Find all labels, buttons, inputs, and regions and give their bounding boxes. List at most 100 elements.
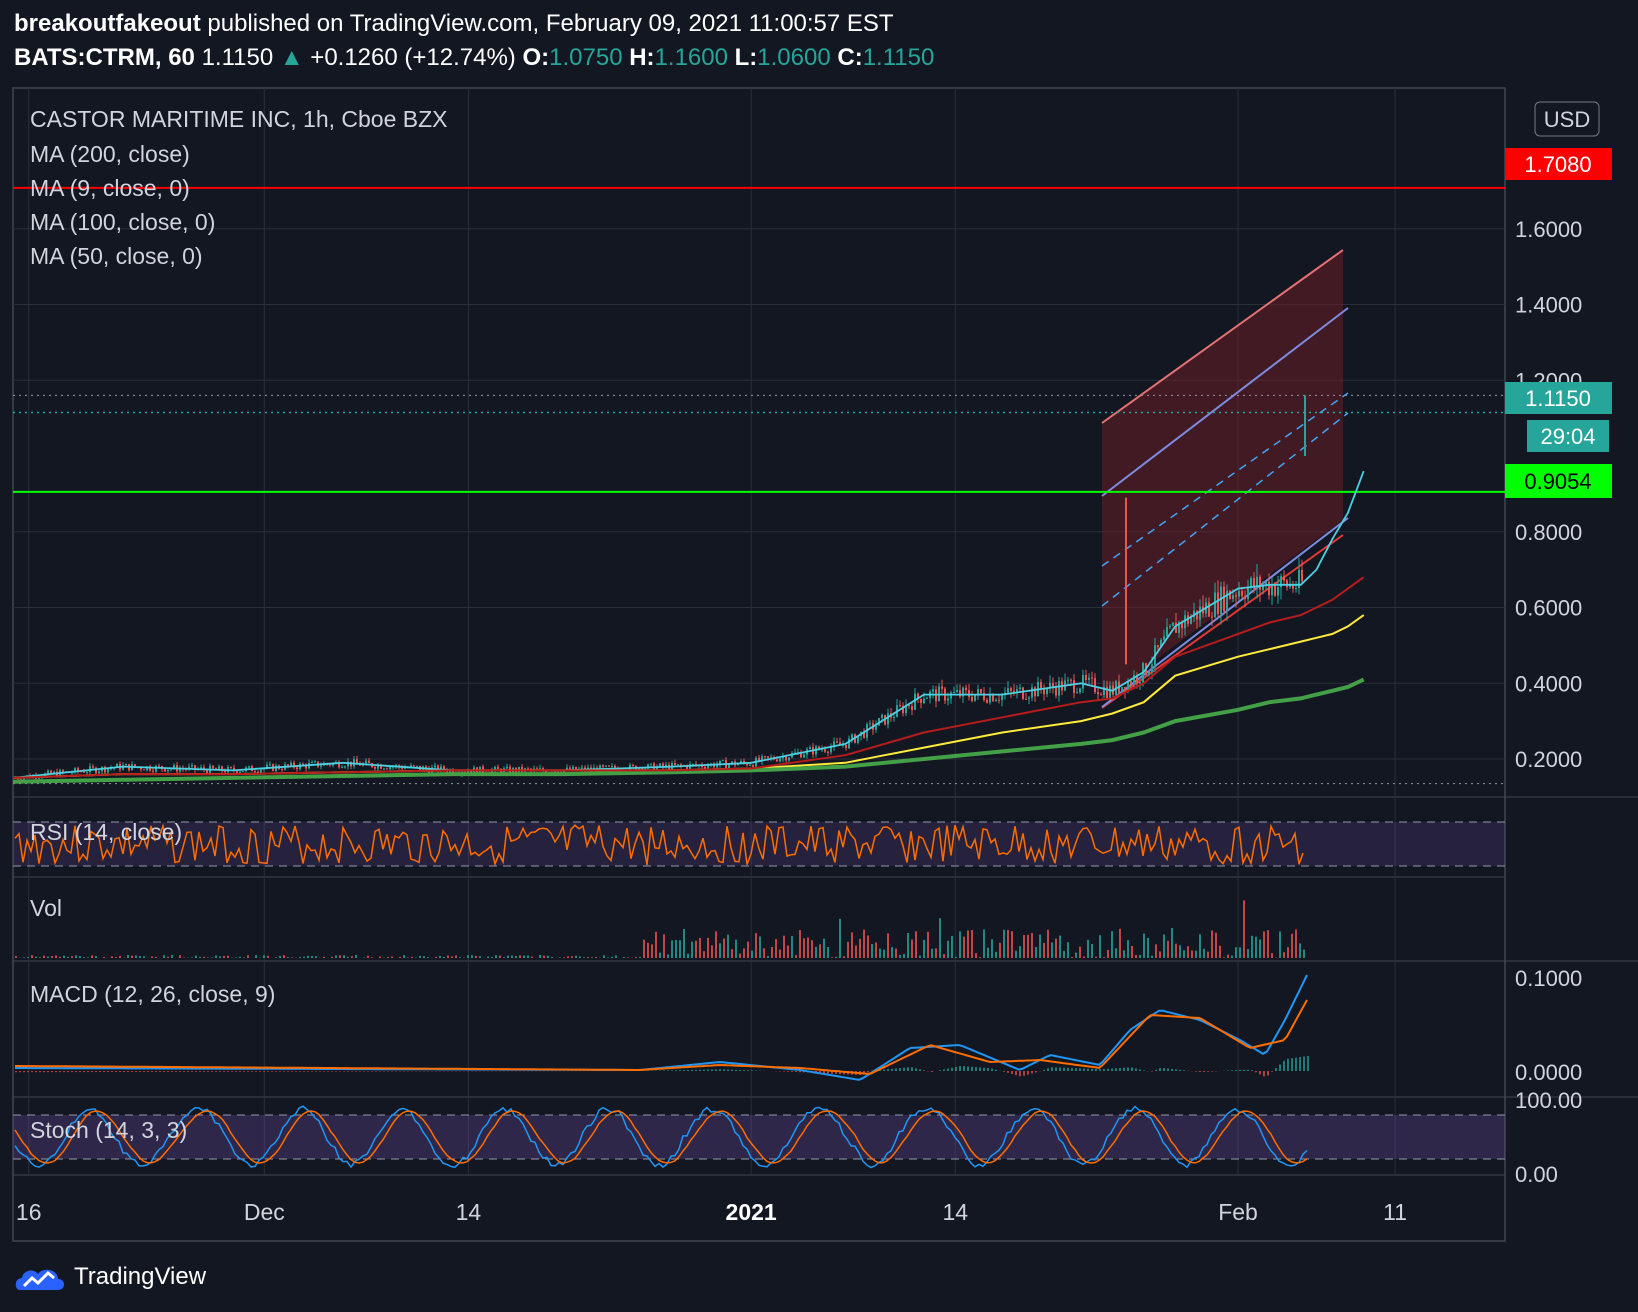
volume-bar (1047, 929, 1049, 958)
macd-hist-bar (799, 1071, 801, 1073)
candle-body (941, 686, 943, 689)
volume-bar (207, 957, 209, 958)
volume-bar (1283, 952, 1285, 958)
candle-body (803, 754, 805, 758)
macd-hist-bar (203, 1071, 205, 1072)
candle-body (539, 768, 541, 770)
macd-hist-bar (1175, 1069, 1177, 1071)
volume-bar (1079, 946, 1081, 958)
macd-hist-bar (311, 1071, 313, 1072)
macd-hist-bar (919, 1069, 921, 1071)
candle-body (1088, 677, 1090, 680)
volume-bar (711, 945, 713, 958)
macd-hist-bar (1247, 1069, 1249, 1071)
legend-ma100: MA (100, close, 0) (30, 209, 215, 235)
candle-body (383, 768, 385, 770)
volume-bar (999, 942, 1001, 958)
macd-hist-bar (695, 1069, 697, 1071)
volume-bar (1007, 929, 1009, 958)
candle-body (776, 759, 778, 762)
badge-support-text: 0.9054 (1524, 469, 1591, 494)
candle-body (86, 772, 88, 774)
candle-body (1274, 584, 1276, 596)
candle-body (1034, 687, 1036, 697)
volume-bar (143, 956, 145, 958)
macd-hist-bar (783, 1071, 785, 1072)
volume-bar (219, 956, 221, 958)
volume-bar (955, 956, 957, 958)
volume-bar (1243, 900, 1245, 958)
macd-hist-bar (1099, 1069, 1101, 1071)
volume-bar (935, 948, 937, 958)
macd-hist-bar (1059, 1067, 1061, 1071)
volume-bar (43, 955, 45, 958)
volume-bar (843, 956, 845, 958)
volume-bar (1183, 950, 1185, 958)
volume-bar (399, 956, 401, 958)
legend-title: CASTOR MARITIME INC, 1h, Cboe BZX (30, 106, 448, 132)
volume-bar (779, 949, 781, 958)
candle-body (632, 764, 634, 766)
macd-hist-bar (743, 1070, 745, 1071)
candle-body (998, 699, 1000, 701)
candle-body (971, 696, 973, 701)
volume-bar (703, 951, 705, 958)
macd-hist-bar (183, 1071, 185, 1072)
macd-hist-bar (1131, 1067, 1133, 1071)
volume-bar (315, 956, 317, 958)
candle-body (1085, 674, 1087, 680)
macd-hist-bar (1139, 1069, 1141, 1071)
macd-hist-bar (1047, 1068, 1049, 1071)
volume-bar (1075, 952, 1077, 958)
x-tick-6: 11 (1383, 1199, 1407, 1225)
volume-bar (355, 955, 357, 958)
volume-bar (643, 939, 645, 958)
candle-body (920, 698, 922, 703)
volume-bar (819, 944, 821, 958)
chart-canvas[interactable]: 0.20000.40000.60000.80001.20001.40001.60… (0, 0, 1638, 1312)
volume-bar (655, 931, 657, 958)
volume-bar (699, 937, 701, 958)
macd-hist-bar (1179, 1069, 1181, 1071)
tradingview-brand[interactable]: TradingView (14, 1262, 206, 1292)
volume-bar (1031, 932, 1033, 958)
volume-bar (119, 955, 121, 958)
macd-hist-bar (303, 1071, 305, 1072)
volume-bar (743, 948, 745, 958)
volume-bar (915, 931, 917, 958)
volume-bar (987, 947, 989, 958)
volume-bar (75, 955, 77, 958)
candle-body (1235, 595, 1237, 597)
candle-body (527, 768, 529, 770)
volume-bar (691, 941, 693, 958)
macd-hist-bar (51, 1071, 53, 1073)
channel-fill (1102, 250, 1343, 700)
macd-hist-bar (1135, 1068, 1137, 1071)
volume-bar (579, 956, 581, 958)
legend-ma50: MA (50, close, 0) (30, 243, 203, 269)
candle-body (995, 699, 997, 702)
macd-hist-bar (703, 1069, 705, 1071)
volume-bar (451, 956, 453, 958)
volume-bar (1119, 928, 1121, 958)
volume-bar (611, 956, 613, 958)
volume-bar (975, 953, 977, 958)
macd-hist-bar (59, 1071, 61, 1073)
candle-body (254, 771, 256, 773)
volume-bar (63, 955, 65, 958)
macd-hist-bar (371, 1071, 373, 1072)
candle-body (1238, 590, 1240, 597)
macd-hist-bar (971, 1066, 973, 1071)
volume-bar (715, 931, 717, 958)
macd-hist-bar (1255, 1071, 1257, 1073)
volume-bar (1083, 956, 1085, 958)
candle-body (1121, 687, 1123, 693)
volume-bar (659, 952, 661, 958)
volume-bar (559, 957, 561, 958)
macd-hist-bar (1295, 1057, 1297, 1071)
candle-body (650, 763, 652, 765)
macd-label: MACD (12, 26, close, 9) (30, 981, 275, 1007)
volume-bar (1139, 955, 1141, 958)
volume-bar (1091, 944, 1093, 958)
macd-hist-bar (119, 1071, 121, 1073)
